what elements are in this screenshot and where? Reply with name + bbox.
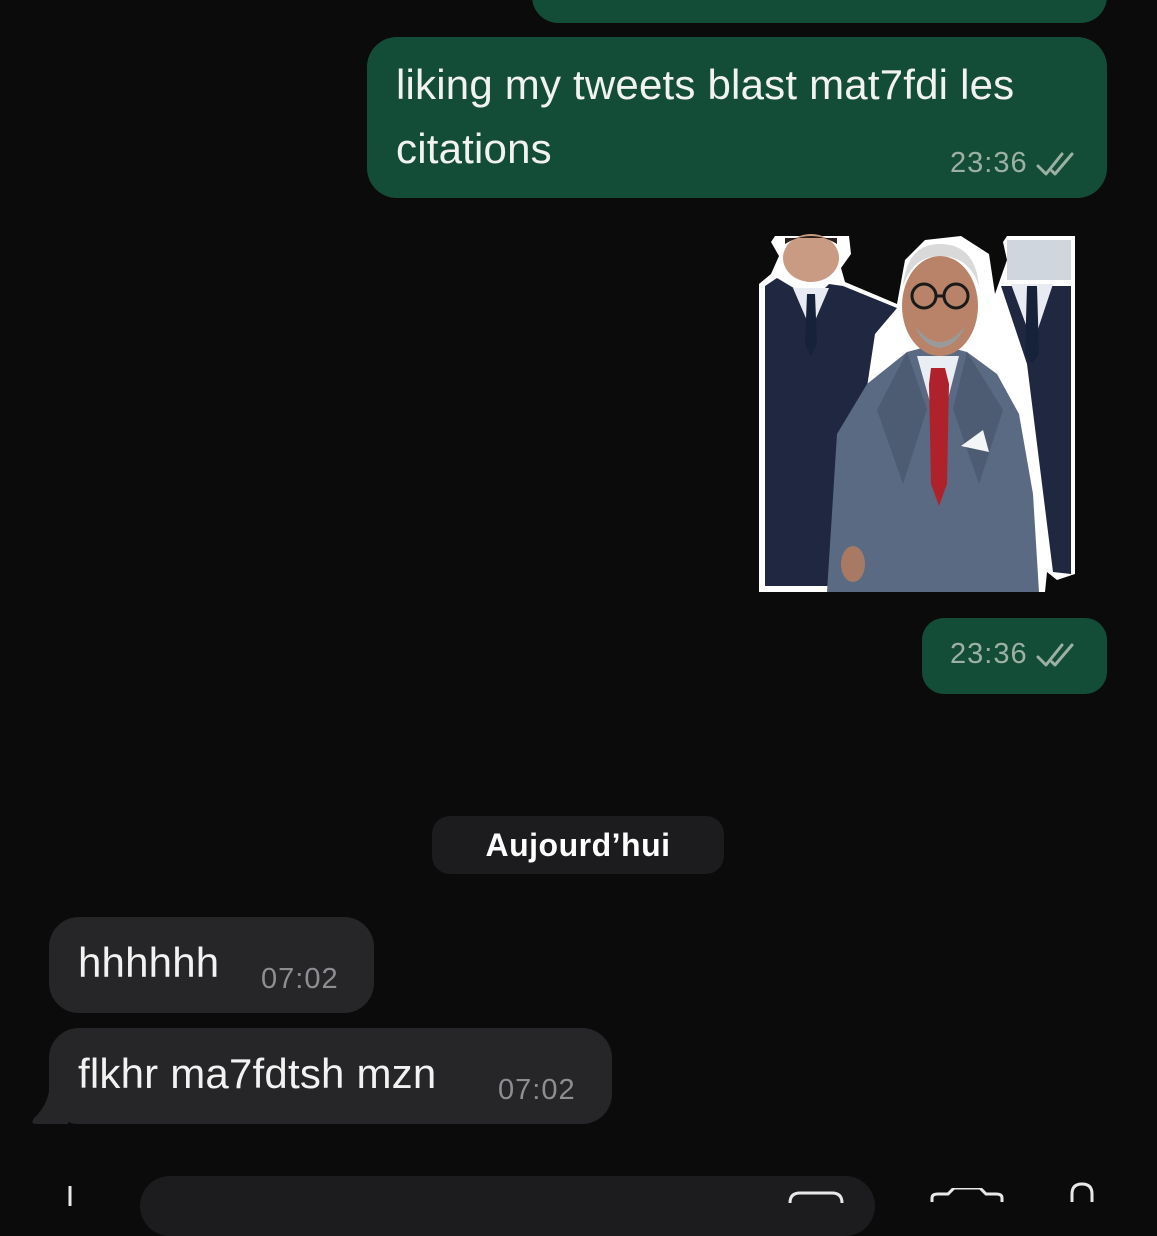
sticker-icon[interactable] [788,1190,844,1208]
camera-icon[interactable] [930,1186,1004,1207]
plus-icon[interactable] [58,1184,82,1211]
outgoing-message-bubble[interactable]: liking my tweets blast mat7fdi les citat… [367,37,1107,198]
message-text: liking my tweets blast mat7fdi les citat… [396,53,1014,181]
message-input[interactable] [140,1176,875,1236]
message-meta: 23:36 [950,147,1076,180]
date-divider: Aujourd’hui [432,816,724,874]
sticker-image[interactable] [757,234,1079,596]
incoming-message-bubble[interactable]: flkhr ma7fdtsh mzn 07:02 [49,1028,612,1124]
sticker-time-bubble: 23:36 [922,618,1107,694]
message-text-line: citations [396,125,552,172]
message-time: 23:36 [950,638,1028,670]
message-text-line: liking my tweets blast mat7fdi les [396,61,1015,108]
message-time: 23:36 [950,147,1028,179]
microphone-icon[interactable] [1066,1182,1098,1207]
read-receipt-icon [1036,642,1076,668]
message-text: hhhhhh [78,939,220,986]
message-text: flkhr ma7fdtsh mzn [78,1050,437,1097]
incoming-message-bubble[interactable]: hhhhhh 07:02 [49,917,374,1013]
outgoing-message-bubble[interactable] [532,0,1107,23]
read-receipt-icon [1036,151,1076,177]
message-time: 07:02 [261,963,339,995]
message-time: 07:02 [498,1074,576,1106]
message-meta: 23:36 [950,638,1076,671]
chat-thread: liking my tweets blast mat7fdi les citat… [0,0,1157,1236]
